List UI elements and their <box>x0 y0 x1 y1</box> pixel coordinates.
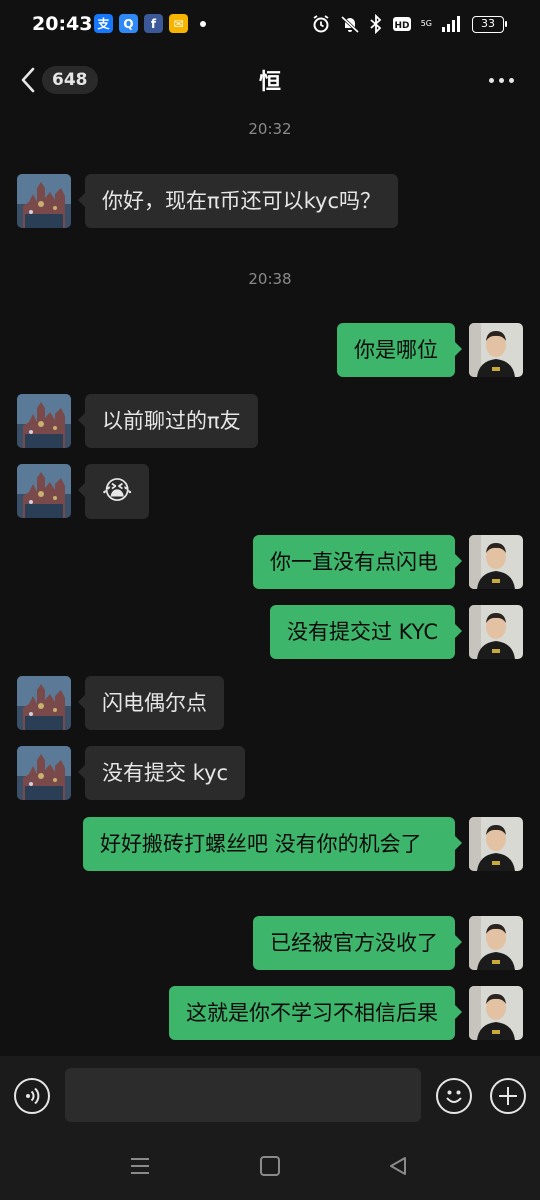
dot-icon <box>509 78 514 83</box>
sent-message-bubble[interactable]: 这就是你不学习不相信后果 <box>169 986 462 1040</box>
svg-text:HD: HD <box>394 21 409 31</box>
received-message-bubble[interactable]: 没有提交 kyc <box>77 746 246 800</box>
status-bar: 20:43 支 Q f ✉ HD 5G 33 <box>0 0 540 50</box>
system-icons: HD 5G 33 <box>311 14 507 34</box>
more-notifications-dot <box>200 20 206 27</box>
hd-icon: HD <box>392 17 411 31</box>
my-avatar[interactable] <box>469 817 523 871</box>
emoji-button[interactable] <box>436 1078 472 1114</box>
message-input[interactable] <box>65 1068 421 1122</box>
sent-message-bubble[interactable]: 你是哪位 <box>337 323 462 377</box>
alarm-icon <box>313 15 329 33</box>
mute-bell-icon <box>340 15 359 34</box>
message-text: 没有提交过 KYC <box>286 620 438 644</box>
message-text: 闪电偶尔点 <box>102 691 207 715</box>
network-type: 5G <box>420 19 432 28</box>
sent-message-bubble[interactable]: 你一直没有点闪电 <box>253 535 462 589</box>
sent-message-bubble[interactable]: 没有提交过 KYC <box>269 605 463 659</box>
received-message-bubble[interactable]: 你好，现在π币还可以kyc吗？ <box>77 174 399 228</box>
sent-message-bubble[interactable]: 好好搬砖打螺丝吧 没有你的机会了 <box>83 817 462 871</box>
contact-avatar[interactable] <box>17 394 71 448</box>
received-message-bubble[interactable]: 以前聊过的π友 <box>78 394 258 448</box>
sent-message-bubble[interactable]: 已经被官方没收了 <box>253 916 462 970</box>
alipay-icon: 支 <box>94 14 113 33</box>
contact-avatar[interactable] <box>17 746 71 800</box>
my-avatar[interactable] <box>469 916 523 970</box>
message-text: 以前聊过的π友 <box>102 409 241 433</box>
battery-icon: 33 <box>472 15 507 33</box>
dot-icon <box>489 78 494 83</box>
message-text: 好好搬砖打螺丝吧 没有你的机会了 <box>100 832 422 856</box>
message-text: 你是哪位 <box>354 338 438 362</box>
chat-screen: 20:43 支 Q f ✉ HD 5G 33 648 恒 20:32 你好，现在… <box>0 0 540 1200</box>
search-app-icon: Q <box>119 14 138 33</box>
plus-icon <box>499 1087 517 1105</box>
input-bar <box>0 1056 540 1134</box>
message-text: 没有提交 kyc <box>102 761 229 785</box>
facebook-icon: f <box>144 14 163 33</box>
contact-avatar[interactable] <box>17 676 71 730</box>
mail-icon: ✉ <box>169 14 188 33</box>
menu-icon[interactable] <box>128 1154 152 1178</box>
message-timestamp: 20:38 <box>248 270 292 288</box>
chat-header: 648 恒 <box>0 50 540 110</box>
contact-avatar[interactable] <box>17 174 71 228</box>
message-text: 这就是你不学习不相信后果 <box>186 1001 438 1025</box>
message-timestamp: 20:32 <box>248 120 292 138</box>
received-message-bubble[interactable]: 😭 <box>77 464 150 519</box>
more-options-button[interactable] <box>489 78 514 83</box>
smiley-icon <box>446 1090 462 1103</box>
voice-input-button[interactable] <box>14 1078 50 1114</box>
my-avatar[interactable] <box>469 986 523 1040</box>
back-triangle-icon[interactable] <box>386 1154 410 1178</box>
my-avatar[interactable] <box>469 323 523 377</box>
message-list[interactable]: 20:32 你好，现在π币还可以kyc吗？ 20:38 你是哪位 以前聊过的π友 … <box>0 110 540 1055</box>
emoji-message-text: 😭 <box>102 476 133 506</box>
received-message-bubble[interactable]: 闪电偶尔点 <box>78 676 224 730</box>
system-nav-bar <box>0 1134 540 1200</box>
home-icon[interactable] <box>258 1154 282 1178</box>
contact-avatar[interactable] <box>17 464 71 518</box>
message-text: 你好，现在π币还可以kyc吗？ <box>102 189 382 213</box>
signal-icon <box>442 16 460 32</box>
my-avatar[interactable] <box>469 535 523 589</box>
voice-icon <box>26 1087 40 1105</box>
message-text: 你一直没有点闪电 <box>270 550 438 574</box>
notification-icons: 支 Q f ✉ <box>94 14 206 33</box>
my-avatar[interactable] <box>469 605 523 659</box>
status-time: 20:43 <box>32 13 93 35</box>
more-actions-button[interactable] <box>490 1078 526 1114</box>
chat-title: 恒 <box>258 70 281 95</box>
bluetooth-icon <box>370 14 382 34</box>
message-text: 已经被官方没收了 <box>270 931 438 955</box>
dot-icon <box>499 78 504 83</box>
